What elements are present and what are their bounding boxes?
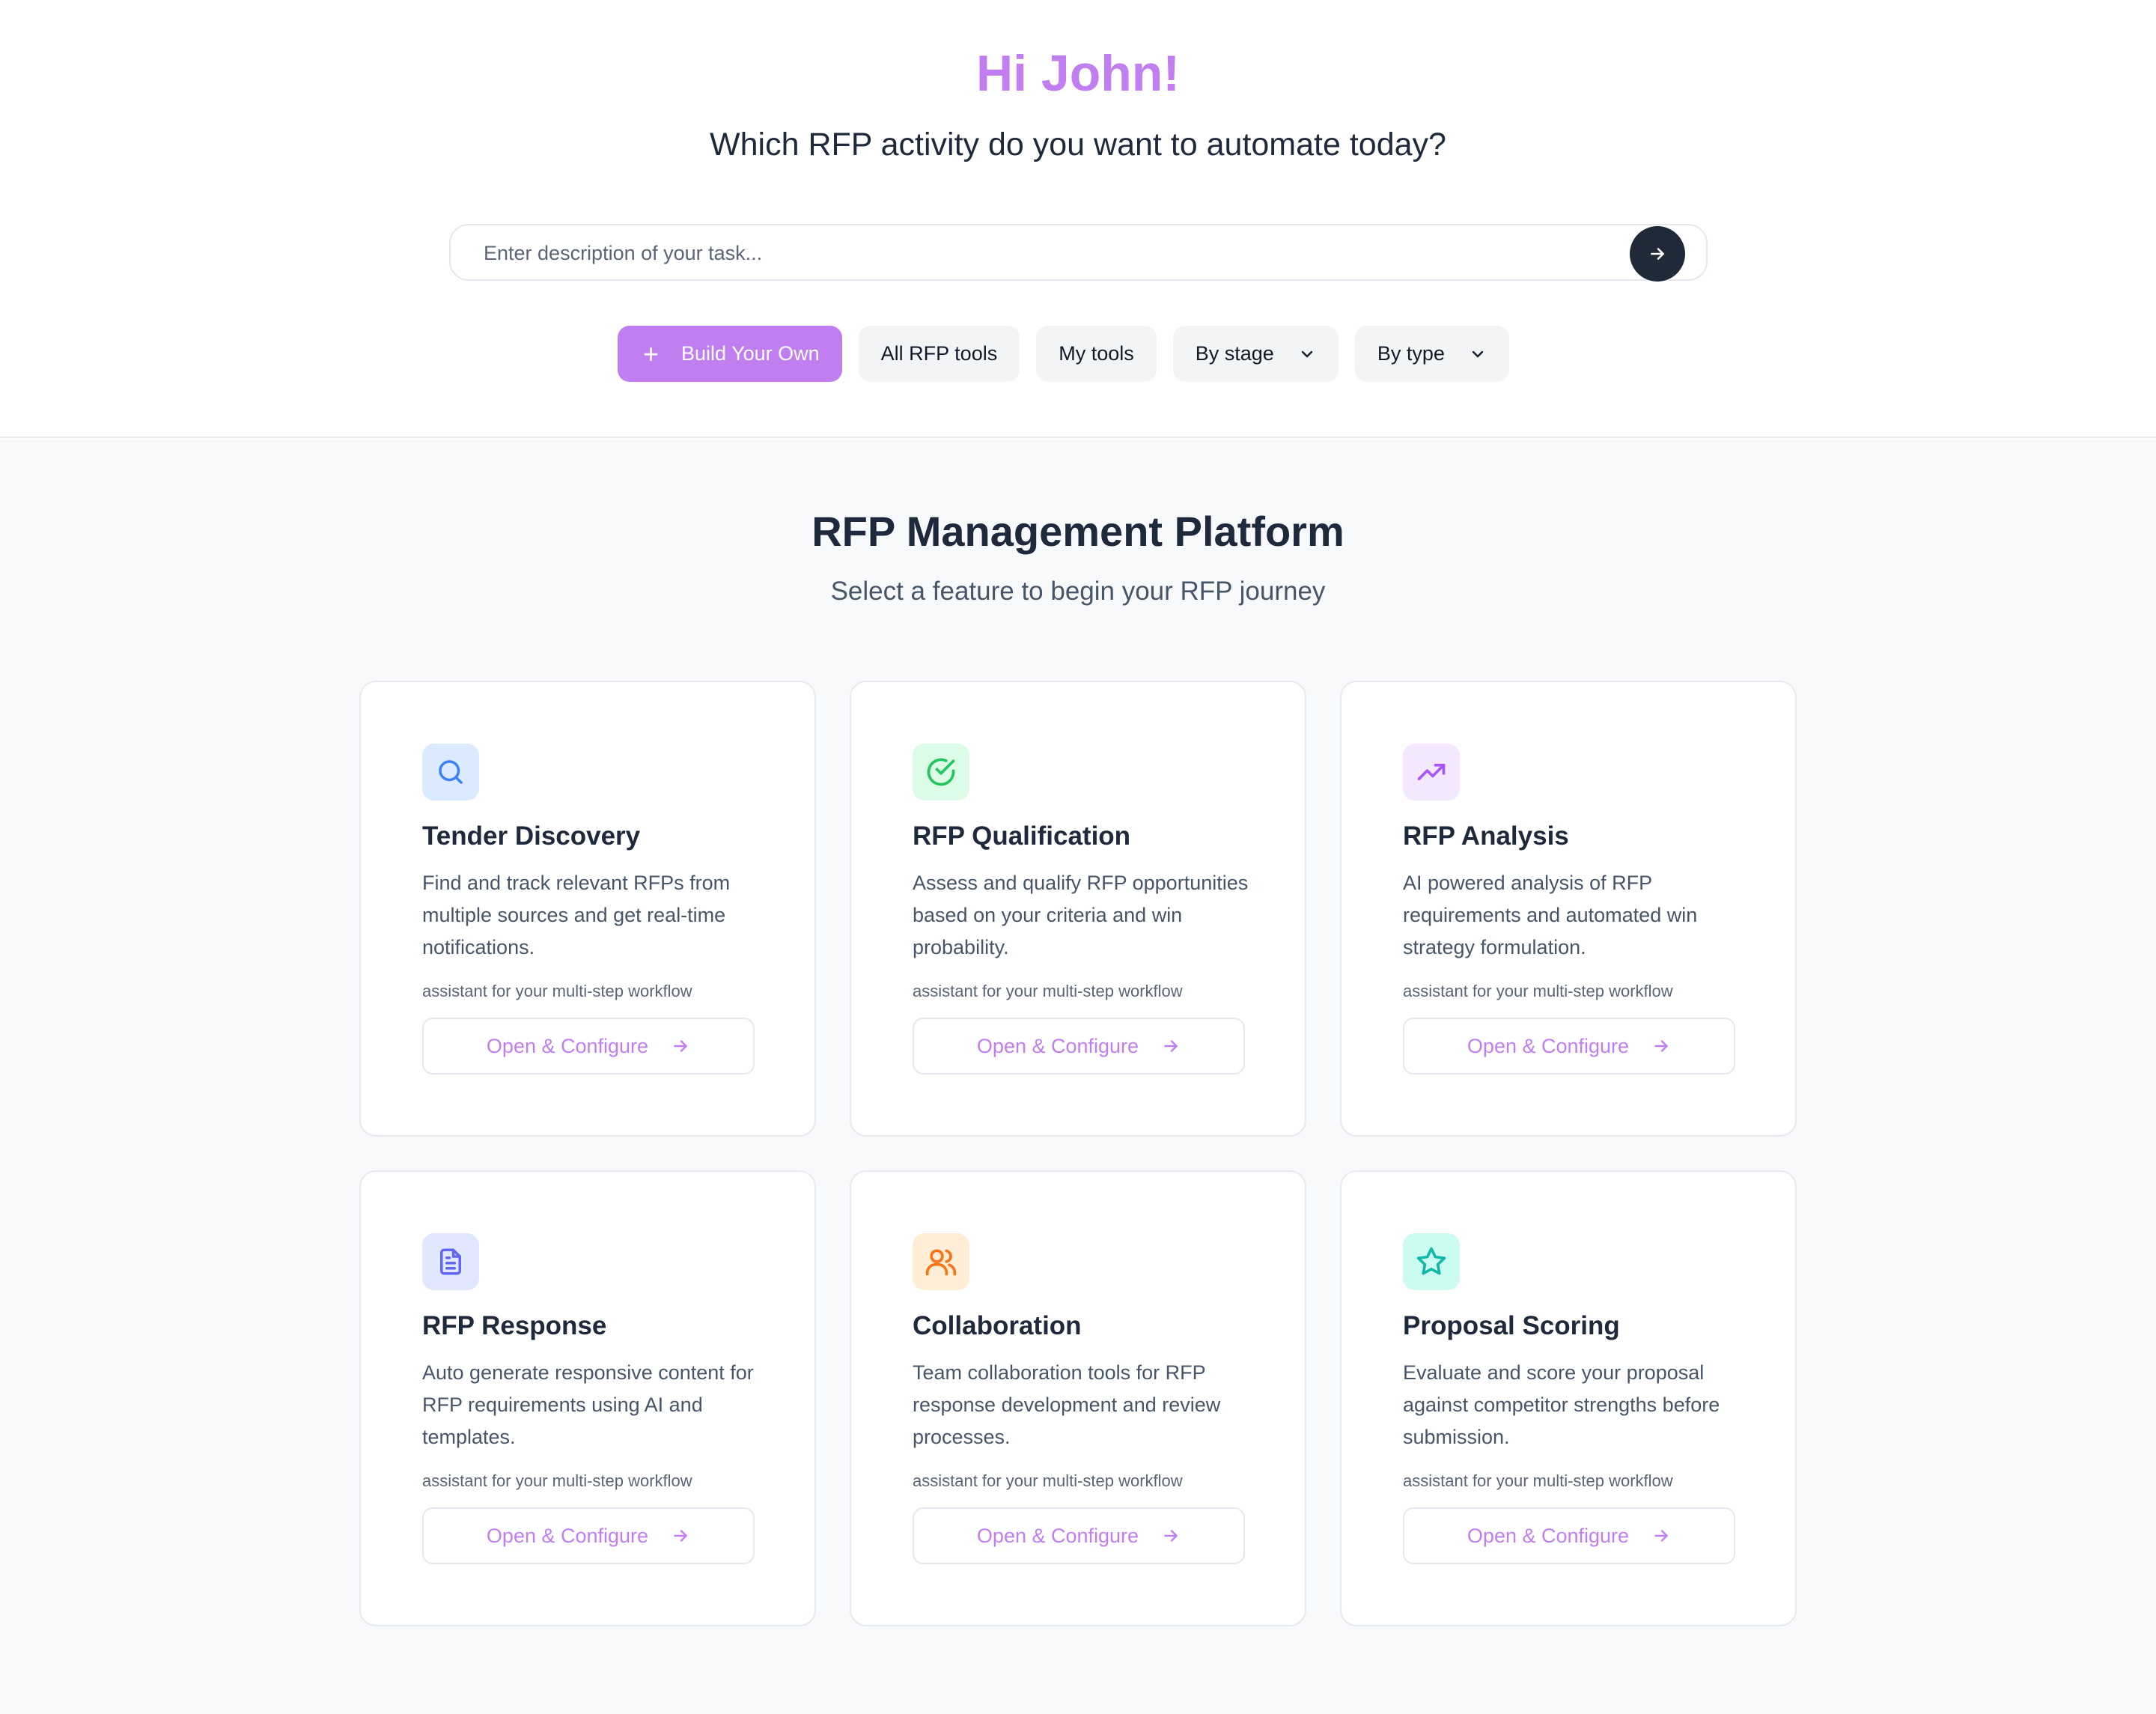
plus-icon: +: [643, 338, 660, 369]
feature-card-tender-discovery[interactable]: Tender Discovery Find and track relevant…: [359, 681, 816, 1137]
card-note: assistant for your multi-step workflow: [1403, 1471, 1673, 1490]
open-configure-button[interactable]: Open & Configure: [422, 1507, 755, 1564]
feature-card-rfp-qualification[interactable]: RFP Qualification Assess and qualify RFP…: [850, 681, 1306, 1137]
open-configure-button[interactable]: Open & Configure: [913, 1507, 1245, 1564]
task-description-input[interactable]: [484, 236, 1607, 270]
card-description: Find and track relevant RFPs from multip…: [422, 872, 731, 958]
card-title: RFP Analysis: [1403, 821, 1569, 851]
chevron-down-icon: [1469, 345, 1487, 363]
filter-bar: + Build Your Own All RFP tools My tools …: [618, 326, 1509, 382]
header-section: Hi John! Which RFP activity do you want …: [0, 0, 2156, 438]
build-your-own-button[interactable]: + Build Your Own: [618, 326, 842, 382]
by-type-label: By type: [1377, 342, 1445, 365]
build-your-own-label: Build Your Own: [681, 342, 820, 365]
greeting-title: Hi John!: [976, 45, 1180, 102]
card-note: assistant for your multi-step workflow: [422, 982, 692, 1000]
card-title: Tender Discovery: [422, 821, 641, 851]
arrow-right-icon: [1651, 248, 1664, 260]
chevron-down-icon: [1298, 345, 1316, 363]
open-configure-label: Open & Configure: [976, 1034, 1139, 1057]
task-search-box: [449, 224, 1708, 282]
all-rfp-tools-label: All RFP tools: [880, 342, 998, 365]
feature-card-collaboration[interactable]: Collaboration Team collaboration tools f…: [850, 1170, 1306, 1626]
users-icon: [913, 1233, 969, 1290]
by-stage-label: By stage: [1195, 342, 1274, 365]
card-note: assistant for your multi-step workflow: [913, 1471, 1183, 1490]
open-configure-label: Open & Configure: [486, 1524, 649, 1547]
card-note: assistant for your multi-step workflow: [422, 1471, 692, 1490]
trending-up-icon: [1403, 744, 1460, 800]
by-stage-dropdown[interactable]: By stage: [1172, 326, 1339, 382]
greeting-question: Which RFP activity do you want to automa…: [710, 127, 1446, 162]
features-section: RFP Management Platform Select a feature…: [0, 440, 2156, 1714]
arrow-right-icon: [1651, 1526, 1671, 1546]
feature-card-rfp-response[interactable]: RFP Response Auto generate responsive co…: [359, 1170, 816, 1626]
feature-card-rfp-analysis[interactable]: RFP Analysis AI powered analysis of RFP …: [1340, 681, 1797, 1137]
open-configure-button[interactable]: Open & Configure: [1403, 1507, 1735, 1564]
card-title: Collaboration: [913, 1311, 1082, 1340]
open-configure-label: Open & Configure: [486, 1034, 649, 1057]
card-title: RFP Response: [422, 1311, 607, 1340]
my-tools-button[interactable]: My tools: [1036, 326, 1157, 382]
section-title: RFP Management Platform: [811, 508, 1345, 555]
arrow-right-icon: [1651, 1036, 1671, 1056]
document-icon: [422, 1233, 479, 1290]
open-configure-button[interactable]: Open & Configure: [913, 1018, 1245, 1075]
section-subtitle: Select a feature to begin your RFP journ…: [830, 577, 1326, 606]
all-rfp-tools-button[interactable]: All RFP tools: [858, 326, 1020, 382]
open-configure-label: Open & Configure: [976, 1524, 1139, 1547]
arrow-right-icon: [1161, 1526, 1181, 1546]
submit-button[interactable]: [1630, 226, 1685, 282]
feature-card-proposal-scoring[interactable]: Proposal Scoring Evaluate and score your…: [1340, 1170, 1797, 1626]
open-configure-label: Open & Configure: [1467, 1524, 1630, 1547]
card-description: Assess and qualify RFP opportunities bas…: [913, 872, 1249, 958]
card-description: Evaluate and score your proposal against…: [1403, 1361, 1720, 1448]
card-note: assistant for your multi-step workflow: [913, 982, 1183, 1000]
arrow-right-icon: [671, 1526, 690, 1546]
open-configure-button[interactable]: Open & Configure: [1403, 1018, 1735, 1075]
card-title: RFP Qualification: [913, 821, 1131, 851]
by-type-dropdown[interactable]: By type: [1354, 326, 1509, 382]
card-note: assistant for your multi-step workflow: [1403, 982, 1673, 1000]
card-title: Proposal Scoring: [1403, 1311, 1620, 1340]
card-description: AI powered analysis of RFP requirements …: [1403, 872, 1698, 958]
arrow-right-icon: [1161, 1036, 1181, 1056]
check-circle-icon: [913, 744, 969, 800]
card-description: Team collaboration tools for RFP respons…: [913, 1361, 1221, 1448]
my-tools-label: My tools: [1059, 342, 1134, 365]
arrow-right-icon: [671, 1036, 690, 1056]
star-icon: [1403, 1233, 1460, 1290]
search-icon: [422, 744, 479, 800]
card-description: Auto generate responsive content for RFP…: [422, 1361, 754, 1448]
open-configure-button[interactable]: Open & Configure: [422, 1018, 755, 1075]
open-configure-label: Open & Configure: [1467, 1034, 1630, 1057]
